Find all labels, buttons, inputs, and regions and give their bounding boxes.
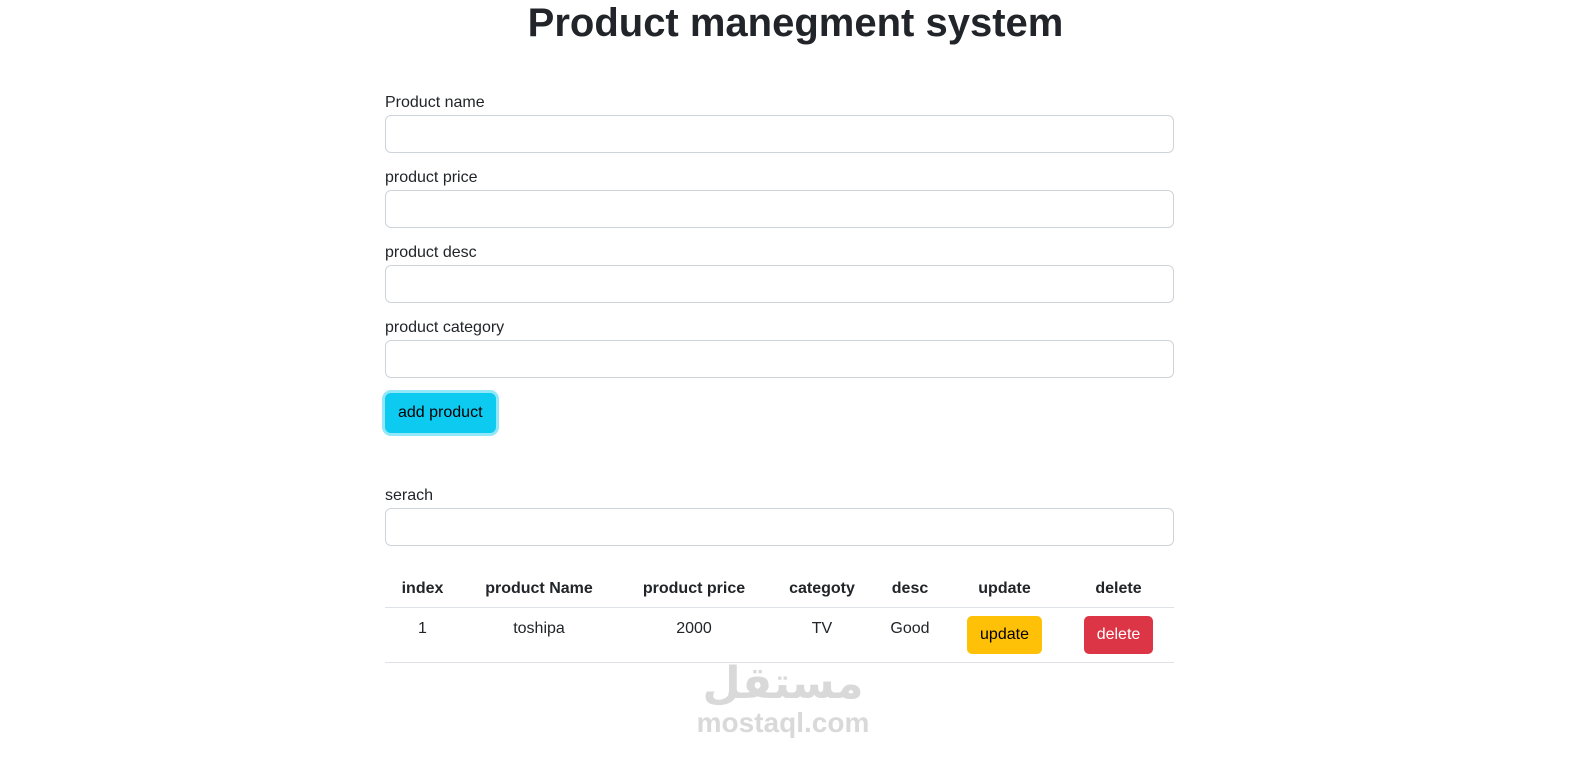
header-desc: desc [874,571,946,608]
watermark-arabic: مستقل [702,659,864,708]
update-button[interactable]: update [967,616,1042,654]
product-category-label: product category [385,319,505,336]
cell-product-name: toshipa [460,607,618,663]
watermark: مستقل mostaql.com [683,660,883,738]
product-price-group: product price [385,167,1174,228]
cell-index: 1 [385,607,460,663]
page: Product manegment system Product name pr… [0,0,1591,769]
product-name-label: Product name [385,94,485,111]
header-update: update [946,571,1063,608]
header-delete: delete [1063,571,1174,608]
product-form: Product name product price product desc … [385,92,1174,433]
add-product-button[interactable]: add product [385,393,496,433]
product-price-input[interactable] [385,190,1174,228]
products-table: index product Name product price categot… [385,571,1174,663]
table-header-row: index product Name product price categot… [385,571,1174,608]
delete-button[interactable]: delete [1083,616,1154,654]
header-index: index [385,571,460,608]
cell-update: update [946,607,1063,663]
header-category: categoty [770,571,874,608]
cell-delete: delete [1063,607,1174,663]
search-group: serach [385,485,1174,546]
page-title: Product manegment system [527,1,1064,45]
cell-category: TV [770,607,874,663]
product-desc-group: product desc [385,242,1174,303]
product-category-input[interactable] [385,340,1174,378]
search-label: serach [385,487,434,504]
product-desc-label: product desc [385,244,477,261]
product-name-input[interactable] [385,115,1174,153]
table-row: 1 toshipa 2000 TV Good update delete [385,607,1174,663]
cell-desc: Good [874,607,946,663]
search-input[interactable] [385,508,1174,546]
cell-product-price: 2000 [618,607,770,663]
watermark-latin: mostaql.com [696,707,870,738]
header-product-price: product price [618,571,770,608]
header-product-name: product Name [460,571,618,608]
product-category-group: product category [385,317,1174,378]
product-price-label: product price [385,169,478,186]
product-name-group: Product name [385,92,1174,153]
product-desc-input[interactable] [385,265,1174,303]
